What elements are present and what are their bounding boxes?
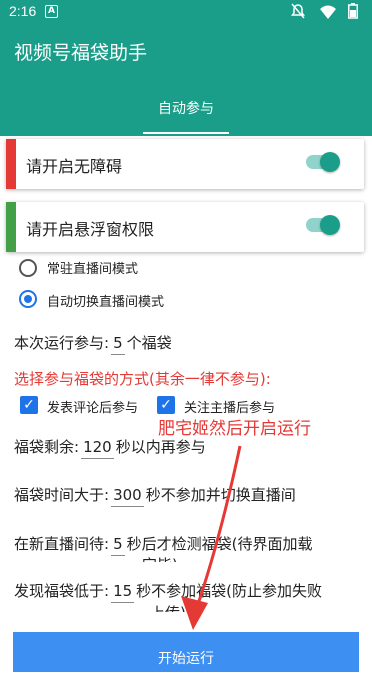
start-button[interactable]: 开始运行 (13, 632, 359, 672)
annotation-arrow-icon (181, 445, 242, 630)
